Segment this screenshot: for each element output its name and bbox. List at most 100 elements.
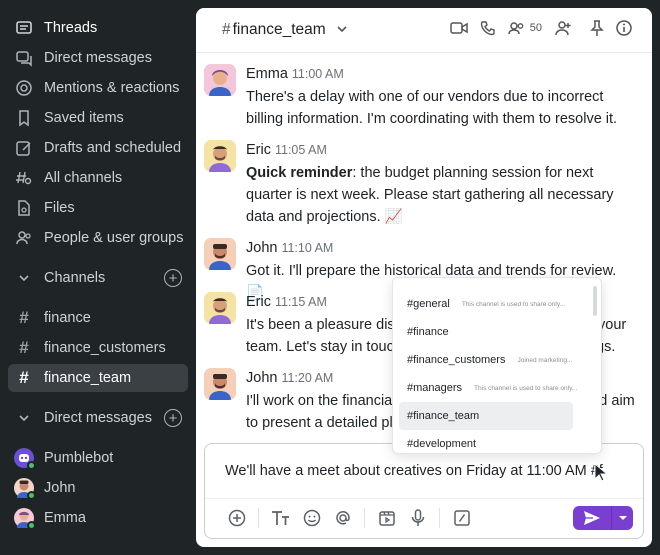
channel-suggestion-item[interactable]: #development	[399, 430, 573, 453]
avatar	[14, 448, 36, 470]
message-time: 11:20 AM	[281, 371, 334, 385]
channel-search-icon	[14, 168, 34, 188]
mention-icon[interactable]	[333, 508, 353, 528]
dm-label: John	[44, 480, 76, 496]
member-count: 50	[529, 22, 542, 34]
sidebar-dm-john[interactable]: John	[8, 474, 188, 502]
pin-icon[interactable]	[590, 20, 604, 36]
message-text: Quick reminder: the budget planning sess…	[246, 162, 636, 228]
microphone-icon[interactable]	[408, 508, 428, 528]
message-composer[interactable]: We'll have a meet about creatives on Fri…	[204, 443, 644, 539]
video-call-icon[interactable]	[450, 21, 468, 35]
slash-command-icon[interactable]	[452, 508, 472, 528]
sidebar-item-saved[interactable]: Saved items	[8, 104, 188, 132]
message-line-end: your	[598, 317, 627, 333]
sidebar-item-label: Direct messages	[44, 50, 152, 66]
send-icon[interactable]	[573, 506, 611, 530]
sidebar-item-drafts[interactable]: Drafts and scheduled	[8, 134, 188, 162]
composer-input[interactable]: We'll have a meet about creatives on Fri…	[225, 463, 603, 479]
send-button[interactable]	[573, 506, 633, 530]
message-author[interactable]: John	[246, 240, 277, 256]
chevron-down-icon	[336, 23, 348, 38]
threads-icon	[14, 18, 34, 38]
channel-suggestion-dropdown: #general This channel is used to share on…	[392, 277, 602, 454]
dm-label: Pumblebot	[44, 450, 114, 466]
dm-label: Emma	[44, 510, 86, 526]
channel-label: finance	[44, 310, 91, 326]
message-author[interactable]: John	[246, 370, 277, 386]
at-icon	[14, 78, 34, 98]
schedule-send-chevron-icon[interactable]	[611, 506, 633, 530]
sidebar-dm-pumblebot[interactable]: Pumblebot	[8, 444, 188, 472]
message-author[interactable]: Eric	[246, 142, 271, 158]
sidebar-item-people[interactable]: People & user groups	[8, 224, 188, 252]
dm-section-header[interactable]: Direct messages +	[8, 404, 188, 432]
avatar	[204, 238, 236, 270]
file-search-icon	[14, 198, 34, 218]
add-channel-icon[interactable]: +	[164, 269, 182, 287]
sidebar-item-mentions[interactable]: Mentions & reactions	[8, 74, 188, 102]
sidebar-item-all-channels[interactable]: All channels	[8, 164, 188, 192]
sidebar-item-label: Files	[44, 200, 75, 216]
avatar	[204, 140, 236, 172]
dropdown-scrollbar[interactable]	[593, 286, 597, 316]
sidebar-channel-finance-team[interactable]: # finance_team	[8, 364, 188, 392]
suggestion-name: #finance	[407, 326, 449, 338]
bold-text: Quick reminder	[246, 165, 353, 181]
avatar	[204, 368, 236, 400]
channel-suggestion-item[interactable]: #finance_customers Joined marketing...	[399, 346, 573, 374]
message-line: I'll work on the financial	[246, 393, 396, 409]
info-icon[interactable]	[616, 20, 632, 36]
online-status-icon	[27, 461, 36, 470]
sidebar-item-files[interactable]: Files	[8, 194, 188, 222]
message-time: 11:00 AM	[291, 67, 344, 81]
toolbar-divider	[364, 508, 365, 528]
hash-icon: #	[222, 21, 231, 38]
sidebar-channel-finance-customers[interactable]: # finance_customers	[8, 334, 188, 362]
online-status-icon	[27, 521, 36, 530]
suggestion-desc: Joined marketing...	[517, 356, 573, 364]
edit-icon	[14, 138, 34, 158]
chevron-down-icon	[14, 268, 34, 288]
channel-title-button[interactable]: # finance_team	[222, 21, 348, 39]
bookmark-icon	[14, 108, 34, 128]
channel-suggestion-item[interactable]: #managers This channel is used to share o…	[399, 374, 577, 402]
hash-icon: #	[19, 308, 29, 327]
message-line: It's been a pleasure disc	[246, 317, 402, 333]
suggestion-desc: This channel is used to share only...	[461, 300, 566, 308]
sidebar-dm-emma[interactable]: Emma	[8, 504, 188, 532]
sidebar-item-direct-messages[interactable]: Direct messages	[8, 44, 188, 72]
add-dm-icon[interactable]: +	[164, 409, 182, 427]
text-format-icon[interactable]	[271, 508, 291, 528]
suggestion-name: #general	[407, 298, 450, 310]
sidebar-item-label: Saved items	[44, 110, 124, 126]
message-line: to present a detailed pla	[246, 415, 401, 431]
message-time: 11:05 AM	[274, 143, 327, 157]
emoji-icon[interactable]	[302, 508, 322, 528]
channel-suggestion-item-selected[interactable]: #finance_team	[399, 402, 573, 430]
plus-circle-icon[interactable]	[227, 508, 247, 528]
members-button[interactable]: 50	[508, 21, 542, 35]
composer-divider	[205, 498, 643, 499]
message-author[interactable]: Emma	[246, 66, 288, 82]
channels-section-header[interactable]: Channels +	[8, 264, 188, 292]
sidebar-item-threads[interactable]: Threads	[8, 14, 188, 42]
sidebar-channel-finance[interactable]: # finance	[8, 304, 188, 332]
message-time: 11:15 AM	[274, 295, 327, 309]
hash-icon: #	[19, 338, 29, 357]
avatar	[14, 478, 36, 500]
message-text: There's a delay with one of our vendors …	[246, 89, 618, 127]
add-member-icon[interactable]	[554, 20, 572, 36]
chevron-down-icon	[14, 408, 34, 428]
video-clip-icon[interactable]	[377, 508, 397, 528]
message-author[interactable]: Eric	[246, 294, 271, 310]
channel-suggestion-item[interactable]: #finance	[399, 318, 573, 346]
channel-label: finance_customers	[44, 340, 166, 356]
phone-icon[interactable]	[480, 20, 496, 36]
channel-suggestion-item[interactable]: #general This channel is used to share on…	[399, 290, 573, 318]
sidebar: Threads Direct messages Mentions & react…	[0, 0, 196, 555]
suggestion-name: #finance_team	[407, 410, 480, 422]
sidebar-item-label: All channels	[44, 170, 123, 186]
suggestion-desc: This channel is used to share only...	[474, 384, 578, 392]
composer-toolbar	[227, 508, 483, 528]
